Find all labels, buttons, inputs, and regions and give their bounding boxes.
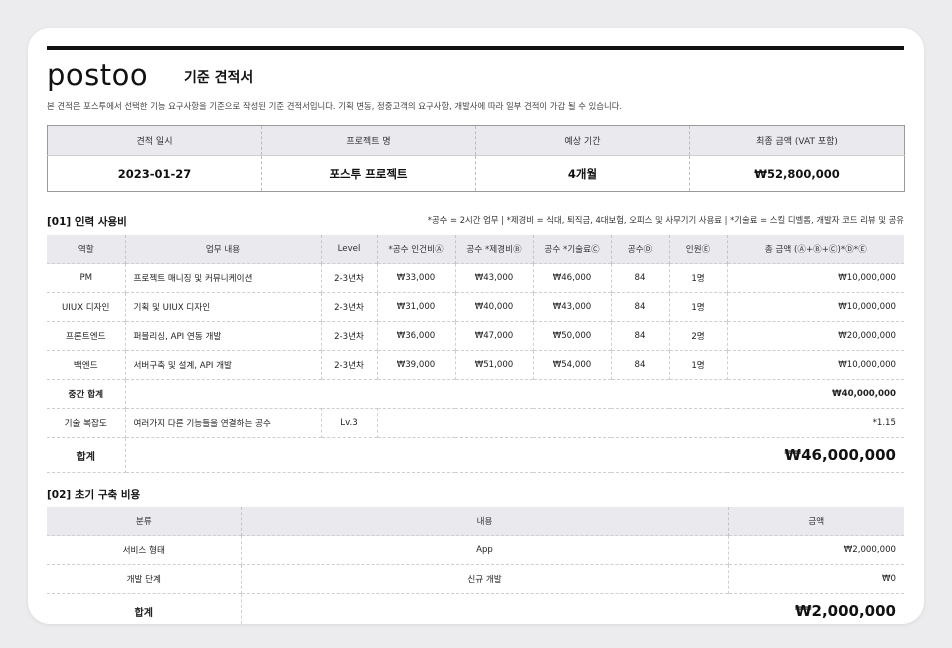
category-cell: 개발 단계 <box>47 564 242 594</box>
table-row: 프론트엔드 퍼블리싱, API 연동 개발 2-3년차 ₩36,000 ₩47,… <box>47 321 904 351</box>
subtotal-row: 중간 합계 ₩40,000,000 <box>47 379 904 409</box>
level-cell: 2-3년차 <box>321 292 378 322</box>
table-row: 개발 단계 신규 개발 ₩0 <box>47 564 904 594</box>
estimate-card: postoo 기준 견적서 본 견적은 포스투에서 선택한 기능 요구사항을 기… <box>28 28 924 624</box>
complexity-task: 여러가지 다른 기능들을 연결하는 공수 <box>125 408 322 438</box>
complexity-row: 기술 복잡도 여러가지 다른 기능들을 연결하는 공수 Lv.3 *1.15 <box>47 408 904 438</box>
table-row: 백엔드 서버구축 및 설계, API 개발 2-3년차 ₩39,000 ₩51,… <box>47 350 904 380</box>
col-category: 분류 <box>47 507 242 536</box>
total-label: 합계 <box>47 437 126 473</box>
summary-table: 견적 일시 프로젝트 명 예상 기간 최종 금액 (VAT 포함) 2023-0… <box>47 125 905 192</box>
task-cell: 서버구축 및 설계, API 개발 <box>125 350 322 380</box>
col-hours: 공수Ⓓ <box>611 235 670 264</box>
total-cell: ₩10,000,000 <box>727 350 904 380</box>
hours-cell: 84 <box>611 263 670 293</box>
hours-cell: 84 <box>611 321 670 351</box>
complexity-value: *1.15 <box>377 408 904 438</box>
postoo-logo: postoo <box>47 58 149 92</box>
col-level: Level <box>321 235 378 264</box>
amount-cell: ₩2,000,000 <box>728 535 904 565</box>
table-row: PM 프로젝트 매니징 및 커뮤니케이션 2-3년차 ₩33,000 ₩43,0… <box>47 263 904 293</box>
complexity-label: 기술 복잡도 <box>47 408 126 438</box>
labor-cell: ₩31,000 <box>377 292 456 322</box>
total-label: 합계 <box>47 593 242 624</box>
tech-cell: ₩54,000 <box>533 350 612 380</box>
level-cell: 2-3년차 <box>321 321 378 351</box>
labor-cell: ₩36,000 <box>377 321 456 351</box>
total-value: ₩2,000,000 <box>241 593 904 624</box>
role-cell: UIUX 디자인 <box>47 292 126 322</box>
content-cell: App <box>241 535 729 565</box>
summary-period: 4개월 <box>475 155 690 192</box>
role-cell: 프론트엔드 <box>47 321 126 351</box>
expense-cell: ₩43,000 <box>455 263 534 293</box>
task-cell: 퍼블리싱, API 연동 개발 <box>125 321 322 351</box>
table-row: 서비스 형태 App ₩2,000,000 <box>47 535 904 565</box>
top-rule <box>47 46 904 50</box>
col-role: 역할 <box>47 235 126 264</box>
col-task: 업무 내용 <box>125 235 322 264</box>
setup-cost-table: 분류 내용 금액 서비스 형태 App ₩2,000,000 개발 단계 신규 … <box>47 507 904 624</box>
total-row: 합계 ₩46,000,000 <box>47 437 904 473</box>
summary-header-project: 프로젝트 명 <box>261 125 476 156</box>
people-cell: 1명 <box>669 292 728 322</box>
expense-cell: ₩40,000 <box>455 292 534 322</box>
expense-cell: ₩51,000 <box>455 350 534 380</box>
total-cell: ₩10,000,000 <box>727 292 904 322</box>
hours-cell: 84 <box>611 350 670 380</box>
total-value: ₩46,000,000 <box>125 437 904 473</box>
subtotal-value: ₩40,000,000 <box>125 379 904 409</box>
col-expense: 공수 *제경비Ⓑ <box>455 235 534 264</box>
table-row: UIUX 디자인 기획 및 UIUX 디자인 2-3년차 ₩31,000 ₩40… <box>47 292 904 322</box>
summary-project: 포스투 프로젝트 <box>261 155 476 192</box>
col-labor: *공수 인건비Ⓐ <box>377 235 456 264</box>
col-tech: 공수 *기술료Ⓒ <box>533 235 612 264</box>
document-description: 본 견적은 포스투에서 선택한 기능 요구사항을 기준으로 작성된 기준 견적서… <box>47 101 623 111</box>
role-cell: 백엔드 <box>47 350 126 380</box>
people-cell: 2명 <box>669 321 728 351</box>
col-total: 총 금액 (Ⓐ+Ⓑ+Ⓒ)*Ⓓ*Ⓔ <box>727 235 904 264</box>
people-cell: 1명 <box>669 350 728 380</box>
category-cell: 서비스 형태 <box>47 535 242 565</box>
complexity-level: Lv.3 <box>321 408 378 438</box>
labor-cell: ₩33,000 <box>377 263 456 293</box>
total-row: 합계 ₩2,000,000 <box>47 593 904 624</box>
section2-title: [02] 초기 구축 비용 <box>47 489 141 501</box>
section1-legend: *공수 = 2시간 업무 | *제경비 = 식대, 퇴직금, 4대보험, 오피스… <box>427 215 904 225</box>
labor-cell: ₩39,000 <box>377 350 456 380</box>
col-content: 내용 <box>241 507 729 536</box>
summary-header-period: 예상 기간 <box>475 125 690 156</box>
level-cell: 2-3년차 <box>321 350 378 380</box>
summary-header-date: 견적 일시 <box>47 125 262 156</box>
amount-cell: ₩0 <box>728 564 904 594</box>
role-cell: PM <box>47 263 126 293</box>
total-cell: ₩20,000,000 <box>727 321 904 351</box>
tech-cell: ₩43,000 <box>533 292 612 322</box>
people-cell: 1명 <box>669 263 728 293</box>
task-cell: 기획 및 UIUX 디자인 <box>125 292 322 322</box>
summary-header-amount: 최종 금액 (VAT 포함) <box>689 125 905 156</box>
summary-date: 2023-01-27 <box>47 155 262 192</box>
labor-table: 역할 업무 내용 Level *공수 인건비Ⓐ 공수 *제경비Ⓑ 공수 *기술료… <box>47 235 904 473</box>
tech-cell: ₩46,000 <box>533 263 612 293</box>
tech-cell: ₩50,000 <box>533 321 612 351</box>
document-title: 기준 견적서 <box>184 70 254 86</box>
section1-title: [01] 인력 사용비 <box>47 216 127 228</box>
col-people: 인원Ⓔ <box>669 235 728 264</box>
total-cell: ₩10,000,000 <box>727 263 904 293</box>
hours-cell: 84 <box>611 292 670 322</box>
task-cell: 프로젝트 매니징 및 커뮤니케이션 <box>125 263 322 293</box>
expense-cell: ₩47,000 <box>455 321 534 351</box>
summary-amount: ₩52,800,000 <box>689 155 905 192</box>
content-cell: 신규 개발 <box>241 564 729 594</box>
subtotal-label: 중간 합계 <box>47 379 126 409</box>
col-amount: 금액 <box>728 507 904 536</box>
level-cell: 2-3년차 <box>321 263 378 293</box>
